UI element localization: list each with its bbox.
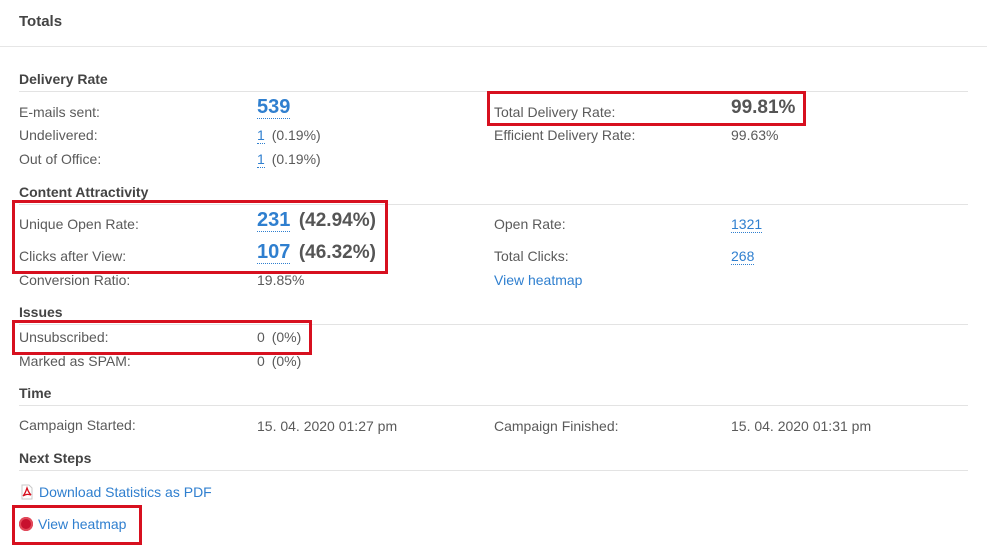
conversion-ratio-label: Conversion Ratio: [19, 272, 131, 288]
section-divider [19, 405, 968, 406]
section-time: Time [19, 385, 52, 401]
efficient-delivery-rate-value: 99.63% [731, 127, 779, 143]
campaign-started-label: Campaign Started: [19, 417, 136, 433]
open-rate-label: Open Rate: [494, 216, 566, 232]
section-delivery-rate: Delivery Rate [19, 71, 108, 87]
marked-as-spam-value: 0 [257, 353, 265, 369]
view-heatmap-link[interactable]: View heatmap [494, 272, 582, 288]
pdf-icon [19, 484, 35, 500]
out-of-office-label: Out of Office: [19, 151, 102, 167]
marked-as-spam-label: Marked as SPAM: [19, 353, 131, 369]
section-divider [19, 470, 968, 471]
section-issues: Issues [19, 304, 63, 320]
download-pdf-link[interactable]: Download Statistics as PDF [19, 484, 212, 500]
efficient-delivery-rate-label: Efficient Delivery Rate: [494, 127, 636, 143]
campaign-finished-label: Campaign Finished: [494, 418, 619, 434]
total-clicks-label: Total Clicks: [494, 248, 569, 264]
campaign-finished-value: 15. 04. 2020 01:31 pm [731, 418, 872, 434]
emails-sent-value[interactable]: 539 [257, 96, 291, 119]
highlight-unsubscribed [12, 320, 312, 355]
marked-as-spam-percent: (0%) [271, 353, 302, 369]
emails-sent-label: E-mails sent: [19, 104, 100, 120]
highlight-total-delivery-rate [487, 91, 806, 126]
section-content-attractivity: Content Attractivity [19, 184, 149, 200]
download-pdf-label: Download Statistics as PDF [39, 484, 212, 500]
conversion-ratio-value: 19.85% [257, 272, 305, 288]
undelivered-count[interactable]: 1 [257, 127, 265, 144]
highlight-view-heatmap [12, 505, 142, 545]
campaign-started-value: 15. 04. 2020 01:27 pm [257, 418, 398, 434]
out-of-office-count[interactable]: 1 [257, 151, 265, 168]
open-rate-value[interactable]: 1321 [731, 216, 763, 233]
out-of-office-percent: (0.19%) [271, 151, 321, 167]
highlight-open-and-clicks [12, 200, 388, 274]
page-title: Totals [19, 13, 63, 30]
undelivered-percent: (0.19%) [271, 127, 321, 143]
total-clicks-value[interactable]: 268 [731, 248, 755, 265]
header-divider [0, 46, 987, 47]
undelivered-label: Undelivered: [19, 127, 98, 143]
section-next-steps: Next Steps [19, 450, 92, 466]
